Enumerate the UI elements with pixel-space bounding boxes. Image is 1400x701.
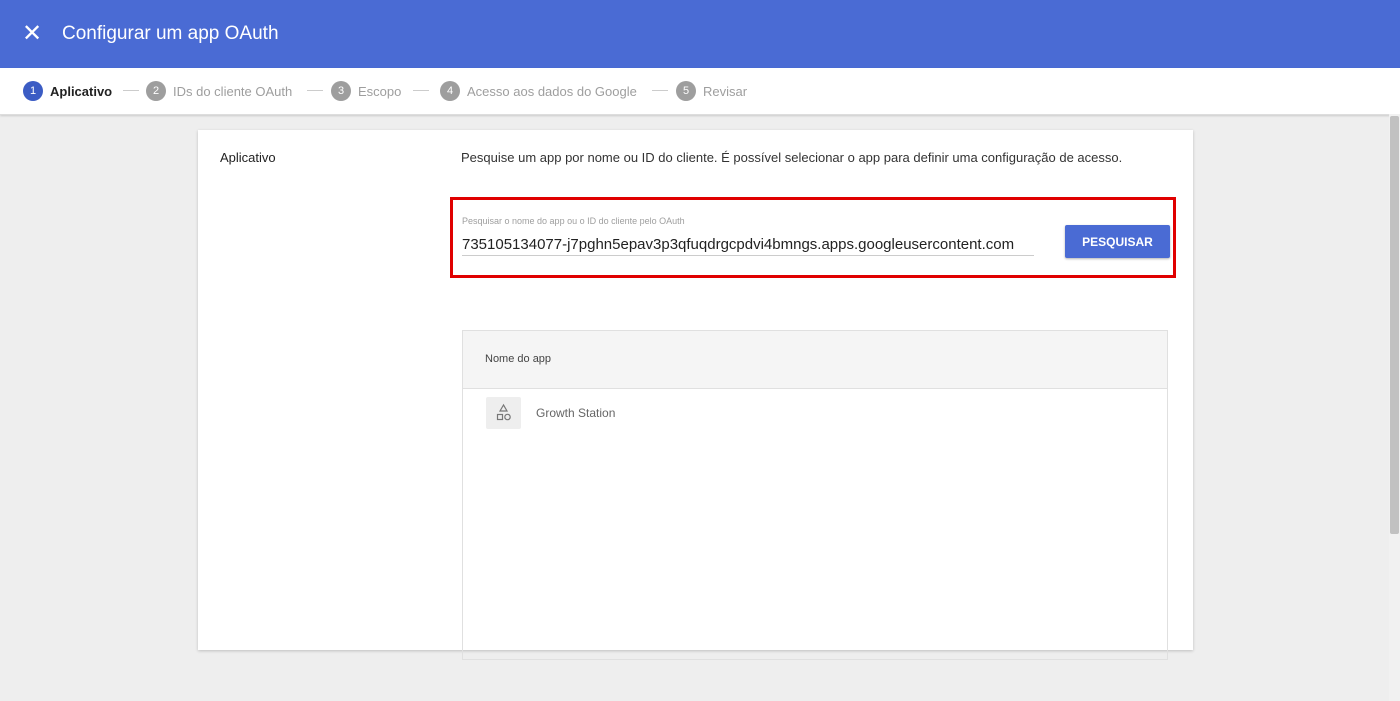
search-input[interactable] (462, 233, 1034, 256)
step-ids-cliente-oauth[interactable]: 2 IDs do cliente OAuth (146, 81, 292, 101)
search-highlight-box: Pesquisar o nome do app ou o ID do clien… (450, 197, 1176, 278)
step-number: 2 (146, 81, 166, 101)
step-divider (413, 90, 429, 91)
app-name: Growth Station (536, 406, 616, 420)
search-field-label: Pesquisar o nome do app ou o ID do clien… (462, 216, 685, 226)
page-title: Configurar um app OAuth (62, 23, 279, 44)
table-header: Nome do app (463, 331, 1167, 389)
step-revisar[interactable]: 5 Revisar (676, 81, 747, 101)
stepper: 1 Aplicativo 2 IDs do cliente OAuth 3 Es… (0, 68, 1400, 115)
step-escopo[interactable]: 3 Escopo (331, 81, 401, 101)
step-label: Escopo (358, 83, 402, 99)
shapes-icon (486, 397, 521, 429)
scrollbar-thumb[interactable] (1390, 116, 1399, 534)
close-icon[interactable]: ✕ (20, 20, 44, 48)
step-divider (652, 90, 668, 91)
step-number: 4 (440, 81, 460, 101)
step-aplicativo[interactable]: 1 Aplicativo (23, 81, 112, 101)
step-number: 1 (23, 81, 43, 101)
step-number: 5 (676, 81, 696, 101)
search-button[interactable]: PESQUISAR (1065, 225, 1170, 258)
step-label: Acesso aos dados do Google (467, 83, 637, 99)
step-divider (123, 90, 139, 91)
column-header-app-name: Nome do app (485, 353, 552, 365)
step-divider (307, 90, 323, 91)
step-acesso-dados-google[interactable]: 4 Acesso aos dados do Google (440, 81, 637, 101)
table-row[interactable]: Growth Station (463, 389, 1167, 437)
section-description: Pesquise um app por nome ou ID do client… (461, 150, 1123, 165)
app-results-table: Nome do app Growth Station (462, 330, 1168, 660)
step-number: 3 (331, 81, 351, 101)
step-label: Aplicativo (50, 83, 113, 99)
app-config-card: Aplicativo Pesquise um app por nome ou I… (198, 130, 1193, 660)
top-app-bar: ✕ Configurar um app OAuth (0, 0, 1400, 68)
step-label: IDs do cliente OAuth (173, 83, 293, 99)
step-label: Revisar (703, 83, 748, 99)
section-label: Aplicativo (220, 150, 276, 165)
vertical-scrollbar[interactable] (1389, 114, 1400, 701)
